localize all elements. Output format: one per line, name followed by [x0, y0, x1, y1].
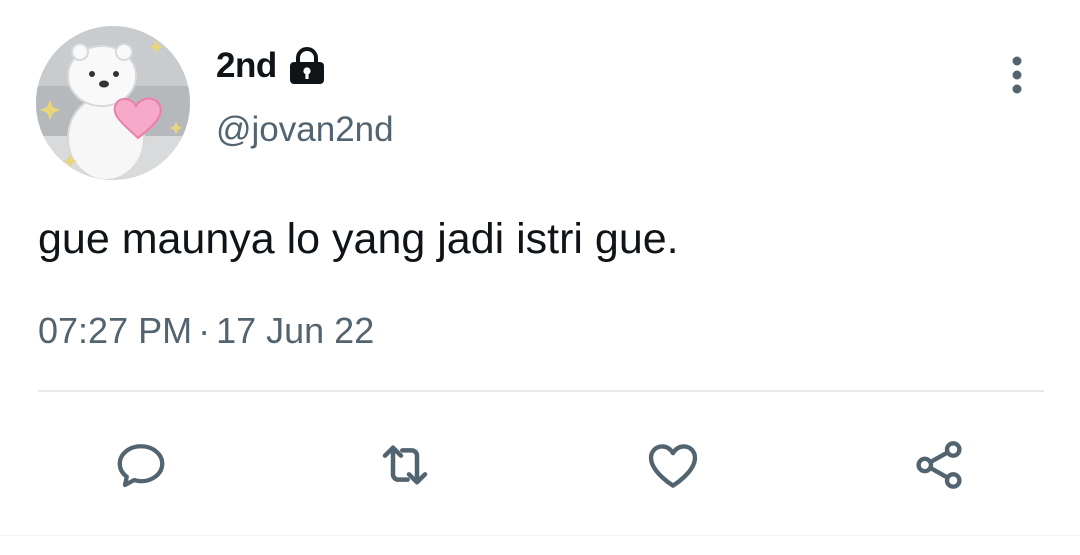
- more-options-button[interactable]: [992, 50, 1042, 100]
- user-handle[interactable]: @jovan2nd: [216, 110, 394, 150]
- meta-separator: ·: [198, 310, 211, 351]
- reply-button[interactable]: [96, 420, 186, 510]
- like-button[interactable]: [628, 420, 718, 510]
- retweet-icon: [382, 445, 428, 485]
- avatar[interactable]: [36, 26, 190, 180]
- share-icon: [916, 441, 962, 489]
- share-button[interactable]: [894, 420, 984, 510]
- display-name[interactable]: 2nd: [216, 46, 277, 86]
- bottom-divider: [0, 535, 1080, 536]
- tweet-time: 07:27 PM: [38, 310, 193, 351]
- lock-icon: [287, 47, 327, 85]
- reply-icon: [117, 444, 165, 488]
- divider: [38, 390, 1044, 392]
- retweet-button[interactable]: [360, 420, 450, 510]
- tweet-text: gue maunya lo yang jadi istri gue.: [38, 215, 679, 263]
- display-name-row[interactable]: 2nd: [216, 44, 327, 88]
- polar-bear-avatar-image: [36, 26, 190, 180]
- tweet-date: 17 Jun 22: [216, 310, 375, 351]
- more-vertical-icon: [1012, 56, 1022, 94]
- tweet-actions: [0, 420, 1080, 510]
- heart-icon: [648, 444, 698, 488]
- tweet-timestamp[interactable]: 07:27 PM · 17 Jun 22: [38, 310, 374, 352]
